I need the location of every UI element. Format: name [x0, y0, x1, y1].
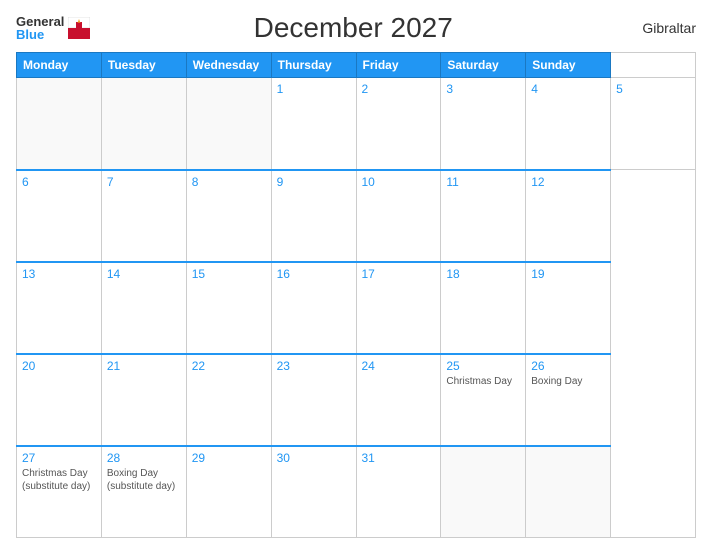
- table-row: [17, 78, 102, 170]
- table-row: 13: [17, 262, 102, 354]
- day-number: 14: [107, 267, 181, 281]
- day-number: 29: [192, 451, 266, 465]
- table-row: 27 Christmas Day (substitute day): [17, 446, 102, 538]
- day-number: 23: [277, 359, 351, 373]
- calendar-table: Monday Tuesday Wednesday Thursday Friday…: [16, 52, 696, 538]
- table-row: 17: [356, 262, 441, 354]
- col-friday: Friday: [356, 53, 441, 78]
- table-row: 24: [356, 354, 441, 446]
- table-row: 22: [186, 354, 271, 446]
- calendar-week-row: 6789 10 11 12: [17, 170, 696, 262]
- calendar-week-row: 20 21 22 23 24 25 Christmas Day 26 Boxing Day: [17, 354, 696, 446]
- table-row: 30: [271, 446, 356, 538]
- day-number: 8: [192, 175, 266, 189]
- day-number: 24: [362, 359, 436, 373]
- logo-blue: Blue: [16, 28, 64, 41]
- table-row: 21: [101, 354, 186, 446]
- day-number: 7: [107, 175, 181, 189]
- table-row: 11: [441, 170, 526, 262]
- day-number: 3: [446, 82, 520, 96]
- region-label: Gibraltar: [616, 20, 696, 36]
- day-number: 27: [22, 451, 96, 465]
- calendar-week-row: 12345: [17, 78, 696, 170]
- table-row: 19: [526, 262, 611, 354]
- table-row: 3: [441, 78, 526, 170]
- logo-flag-icon: [68, 17, 90, 39]
- table-row: [441, 446, 526, 538]
- table-row: 14: [101, 262, 186, 354]
- day-number: 4: [531, 82, 605, 96]
- col-saturday: Saturday: [441, 53, 526, 78]
- table-row: 4: [526, 78, 611, 170]
- logo: General Blue: [16, 15, 90, 41]
- col-sunday: Sunday: [526, 53, 611, 78]
- day-number: 28: [107, 451, 181, 465]
- table-row: 1: [271, 78, 356, 170]
- table-row: 26 Boxing Day: [526, 354, 611, 446]
- table-row: 31: [356, 446, 441, 538]
- holiday-label: Christmas Day (substitute day): [22, 467, 96, 493]
- calendar-week-row: 13 14 15 16 17 18 19: [17, 262, 696, 354]
- day-number: 18: [446, 267, 520, 281]
- table-row: [526, 446, 611, 538]
- day-number: 17: [362, 267, 436, 281]
- calendar-page: General Blue December 2027 Gibraltar Mon…: [0, 0, 712, 550]
- table-row: 20: [17, 354, 102, 446]
- table-row: 8: [186, 170, 271, 262]
- col-wednesday: Wednesday: [186, 53, 271, 78]
- table-row: 5: [611, 78, 696, 170]
- table-row: 18: [441, 262, 526, 354]
- day-number: 22: [192, 359, 266, 373]
- holiday-label: Boxing Day: [531, 375, 605, 388]
- col-tuesday: Tuesday: [101, 53, 186, 78]
- table-row: [101, 78, 186, 170]
- table-row: 28 Boxing Day (substitute day): [101, 446, 186, 538]
- day-number: 31: [362, 451, 436, 465]
- table-row: 23: [271, 354, 356, 446]
- day-number: 21: [107, 359, 181, 373]
- table-row: 15: [186, 262, 271, 354]
- table-row: 7: [101, 170, 186, 262]
- holiday-label: Christmas Day: [446, 375, 520, 388]
- col-thursday: Thursday: [271, 53, 356, 78]
- table-row: 9: [271, 170, 356, 262]
- table-row: 12: [526, 170, 611, 262]
- weekday-header-row: Monday Tuesday Wednesday Thursday Friday…: [17, 53, 696, 78]
- page-header: General Blue December 2027 Gibraltar: [16, 12, 696, 44]
- day-number: 6: [22, 175, 96, 189]
- day-number: 13: [22, 267, 96, 281]
- day-number: 5: [616, 82, 690, 96]
- day-number: 19: [531, 267, 605, 281]
- holiday-label: Boxing Day (substitute day): [107, 467, 181, 493]
- calendar-week-row: 27 Christmas Day (substitute day) 28 Boxing…: [17, 446, 696, 538]
- table-row: [186, 78, 271, 170]
- table-row: 6: [17, 170, 102, 262]
- table-row: 2: [356, 78, 441, 170]
- day-number: 11: [446, 175, 520, 189]
- day-number: 16: [277, 267, 351, 281]
- day-number: 26: [531, 359, 605, 373]
- day-number: 10: [362, 175, 436, 189]
- day-number: 12: [531, 175, 605, 189]
- col-monday: Monday: [17, 53, 102, 78]
- day-number: 2: [362, 82, 436, 96]
- day-number: 20: [22, 359, 96, 373]
- page-title: December 2027: [90, 12, 616, 44]
- day-number: 1: [277, 82, 351, 96]
- day-number: 30: [277, 451, 351, 465]
- table-row: 25 Christmas Day: [441, 354, 526, 446]
- table-row: 16: [271, 262, 356, 354]
- day-number: 15: [192, 267, 266, 281]
- table-row: 10: [356, 170, 441, 262]
- table-row: 29: [186, 446, 271, 538]
- day-number: 25: [446, 359, 520, 373]
- day-number: 9: [277, 175, 351, 189]
